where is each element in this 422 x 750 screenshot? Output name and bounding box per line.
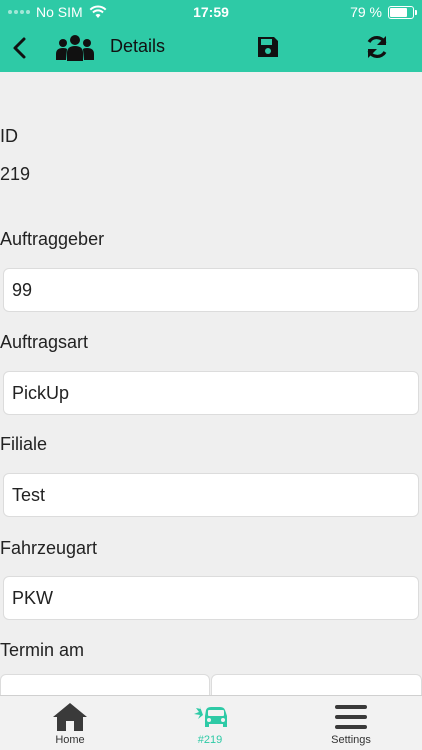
id-label: ID [0, 126, 18, 146]
battery-fill [390, 7, 407, 17]
tab-bar: Home #219 Settings [0, 695, 422, 750]
filiale-label: Filiale [0, 434, 48, 454]
status-bar: No SIM 17:59 79 % [0, 0, 422, 24]
details-form: ID 219 Auftraggeber 99 Auftragsart PickU… [0, 72, 422, 695]
group-icon [56, 35, 94, 61]
termin-time-field[interactable] [211, 674, 422, 695]
termin-date-field[interactable] [0, 674, 210, 695]
battery-icon [388, 5, 417, 19]
tab-home-label: Home [55, 734, 85, 746]
id-value: 219 [0, 164, 31, 184]
tab-order[interactable]: #219 [140, 696, 280, 750]
tab-settings[interactable]: Settings [280, 696, 422, 750]
status-right: 79 % [350, 4, 417, 20]
back-icon[interactable] [6, 32, 34, 64]
car-crash-icon [194, 704, 227, 727]
refresh-icon[interactable] [364, 34, 390, 60]
home-icon [53, 703, 87, 731]
filiale-field[interactable]: Test [3, 473, 419, 517]
fahrzeugart-label: Fahrzeugart [0, 538, 98, 558]
fahrzeugart-field[interactable]: PKW [3, 576, 419, 620]
save-icon[interactable] [256, 35, 280, 59]
battery-percent: 79 % [350, 4, 382, 20]
auftraggeber-field[interactable]: 99 [3, 268, 419, 312]
tab-home[interactable]: Home [0, 696, 140, 750]
tab-settings-label: Settings [331, 734, 371, 746]
termin-label: Termin am [0, 640, 85, 660]
auftraggeber-label: Auftraggeber [0, 229, 105, 249]
nav-bar: Details [0, 24, 422, 72]
tab-order-label: #219 [197, 734, 223, 746]
menu-icon [335, 705, 367, 729]
page-title: Details [110, 36, 166, 56]
auftragsart-label: Auftragsart [0, 332, 89, 352]
auftragsart-field[interactable]: PickUp [3, 371, 419, 415]
